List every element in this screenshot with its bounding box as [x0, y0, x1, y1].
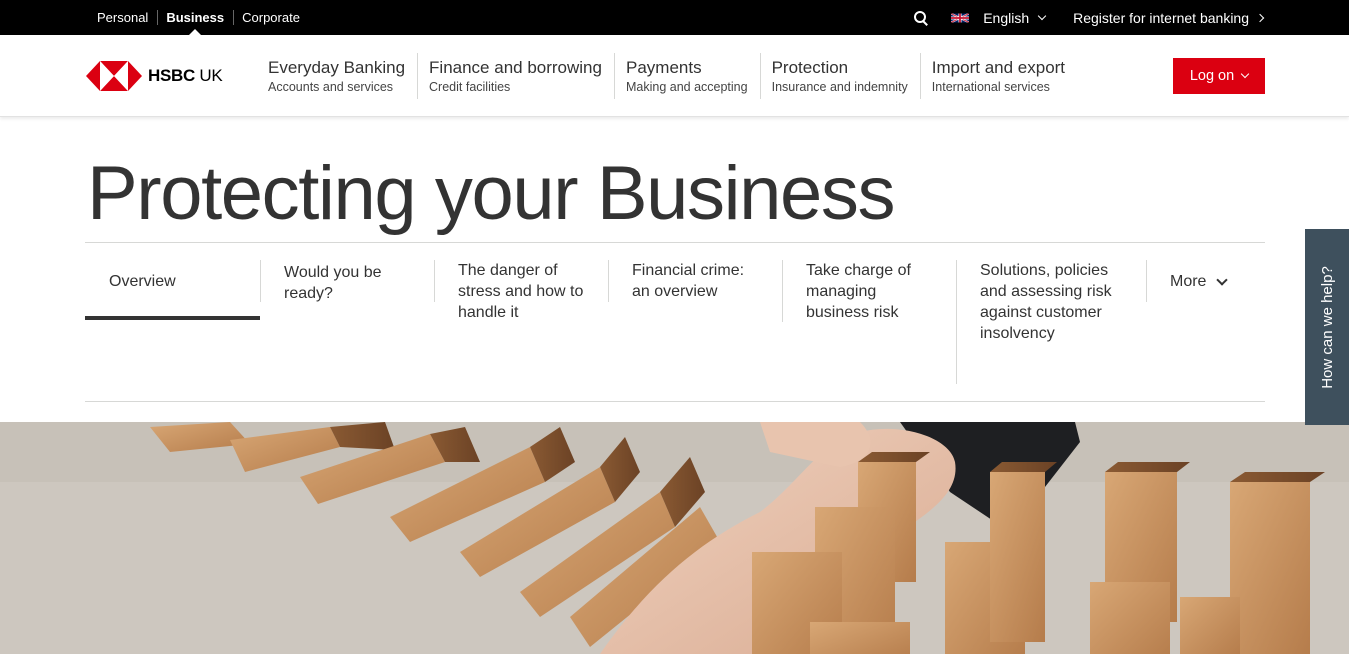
- nav-title: Finance and borrowing: [429, 57, 602, 77]
- main-header: HSBC UK Everyday Banking Accounts and se…: [0, 35, 1349, 117]
- page-title: Protecting your Business: [87, 151, 895, 236]
- register-label: Register for internet banking: [1073, 9, 1249, 26]
- title-divider: [85, 242, 1265, 243]
- hero-image: [0, 422, 1349, 654]
- segment-business[interactable]: Business: [157, 0, 233, 35]
- nav-title: Payments: [625, 57, 702, 77]
- log-on-button[interactable]: Log on: [1173, 57, 1265, 94]
- hsbc-logo[interactable]: HSBC UK: [86, 60, 256, 91]
- segment-corporate[interactable]: Corporate: [233, 0, 309, 35]
- logo-text: HSBC UK: [148, 65, 223, 85]
- primary-navigation: Everyday Banking Accounts and services F…: [256, 51, 1077, 101]
- register-internet-banking-link[interactable]: Register for internet banking: [1073, 9, 1265, 26]
- chevron-right-icon: [1255, 13, 1265, 22]
- nav-protection[interactable]: Protection Insurance and indemnity: [759, 51, 920, 101]
- tab-customer-insolvency[interactable]: Solutions, policies and assessing risk a…: [956, 260, 1146, 384]
- nav-subtitle: Credit facilities: [429, 79, 511, 94]
- nav-title: Protection: [771, 57, 849, 77]
- nav-finance-borrowing[interactable]: Finance and borrowing Credit facilities: [417, 51, 614, 101]
- dominoes-hand-illustration: [0, 422, 1349, 654]
- hsbc-hexagon-logo: [86, 60, 142, 91]
- nav-everyday-banking[interactable]: Everyday Banking Accounts and services: [256, 51, 417, 101]
- uk-flag-icon: [951, 13, 970, 22]
- how-can-we-help-tab[interactable]: How can we help?: [1305, 229, 1349, 425]
- segment-personal[interactable]: Personal: [88, 0, 157, 35]
- nav-title: Import and export: [931, 57, 1066, 77]
- tab-would-you-be-ready[interactable]: Would you be ready?: [260, 260, 434, 344]
- chevron-down-icon: [1037, 11, 1047, 21]
- help-label: How can we help?: [1318, 265, 1336, 389]
- nav-subtitle: Accounts and services: [268, 79, 394, 94]
- nav-subtitle: Making and accepting: [625, 79, 748, 94]
- search-icon[interactable]: [913, 10, 929, 26]
- language-label: English: [983, 9, 1030, 26]
- nav-subtitle: International services: [931, 79, 1050, 94]
- nav-title: Everyday Banking: [268, 57, 406, 77]
- utility-links: English Register for internet banking: [913, 0, 1265, 35]
- log-on-label: Log on: [1189, 67, 1235, 84]
- chevron-down-icon: [1216, 274, 1229, 286]
- language-selector[interactable]: English: [951, 9, 1047, 26]
- tab-more[interactable]: More: [1146, 260, 1265, 344]
- nav-import-export[interactable]: Import and export International services: [919, 51, 1077, 101]
- tab-overview[interactable]: Overview: [85, 260, 260, 344]
- chevron-down-icon: [1240, 69, 1250, 79]
- more-label: More: [1170, 273, 1207, 290]
- segment-switcher: Personal Business Corporate: [88, 0, 309, 35]
- section-tabs: Overview Would you be ready? The danger …: [85, 260, 1265, 384]
- tabs-divider: [85, 401, 1265, 402]
- nav-payments[interactable]: Payments Making and accepting: [613, 51, 760, 101]
- top-utility-bar: Personal Business Corporate English Regi…: [0, 0, 1349, 35]
- tab-danger-of-stress[interactable]: The danger of stress and how to handle i…: [434, 260, 608, 344]
- tab-managing-business-risk[interactable]: Take charge of managing business risk: [782, 260, 956, 344]
- tab-financial-crime[interactable]: Financial crime: an overview: [608, 260, 782, 344]
- nav-subtitle: Insurance and indemnity: [771, 79, 908, 94]
